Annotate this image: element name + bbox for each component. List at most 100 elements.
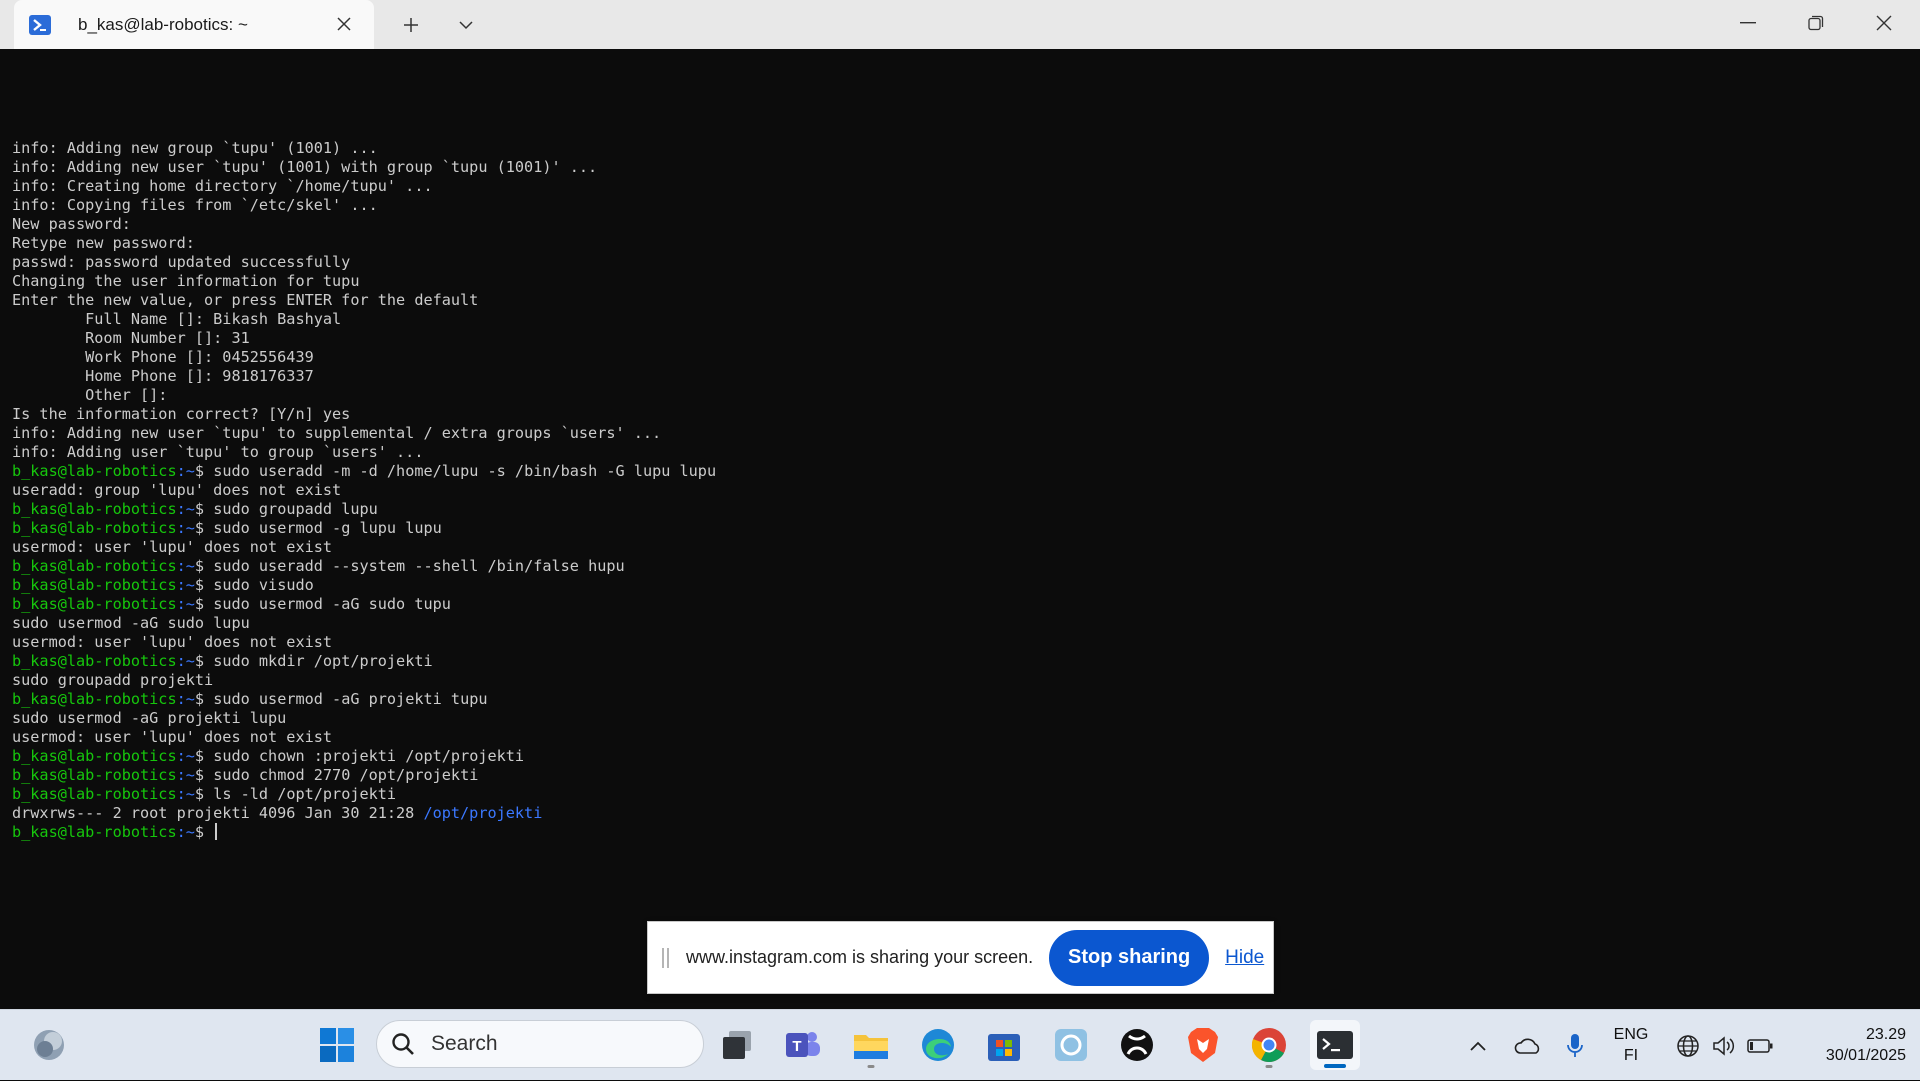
show-hidden-icons-chevron-up-icon[interactable]: [1462, 1010, 1494, 1081]
terminal-output-line: info: Creating home directory `/home/tup…: [12, 177, 433, 195]
taskbar-search[interactable]: Search: [376, 1020, 704, 1068]
keyboard-layout: FI: [1623, 1047, 1639, 1064]
minimize-icon[interactable]: [1714, 0, 1782, 46]
terminal-output-line: Changing the user information for tupu: [12, 272, 360, 290]
time: 23.29: [1865, 1026, 1906, 1043]
prompt-symbol: $: [194, 462, 214, 480]
app-icon[interactable]: [1046, 1020, 1096, 1070]
terminal-output: info: Adding new group `tupu' (1001) ...…: [12, 139, 716, 842]
prompt-user: b_kas@lab-robotics: [12, 576, 177, 594]
prompt-path: :~: [176, 785, 195, 803]
prompt-symbol: $: [194, 519, 214, 537]
prompt-user: b_kas@lab-robotics: [12, 519, 177, 537]
terminal-icon[interactable]: [1310, 1020, 1360, 1070]
terminal-command-line: b_kas@lab-robotics:~$ sudo chmod 2770 /o…: [12, 766, 716, 785]
screen-share-banner: www.instagram.com is sharing your screen…: [647, 921, 1274, 994]
prompt-symbol: $: [194, 652, 214, 670]
terminal-output-line: usermod: user 'lupu' does not exist: [12, 538, 333, 556]
command-text: ls -ld /opt/projekti: [213, 785, 397, 803]
terminal-output-line: Room Number []: 31: [12, 329, 250, 347]
prompt-symbol: $: [194, 785, 214, 803]
prompt-path: :~: [176, 747, 195, 765]
onedrive-cloud-icon[interactable]: [1510, 1010, 1546, 1081]
stop-sharing-button[interactable]: Stop sharing: [1049, 929, 1210, 986]
tab-dropdown-chevron-down-icon[interactable]: [451, 10, 481, 40]
command-text: sudo useradd -m -d /home/lupu -s /bin/ba…: [213, 462, 717, 480]
terminal-command-line: b_kas@lab-robotics:~$ ls -ld /opt/projek…: [12, 785, 716, 804]
file-explorer-icon[interactable]: [846, 1020, 896, 1070]
prompt-user: b_kas@lab-robotics: [12, 785, 177, 803]
brave-icon[interactable]: [1178, 1020, 1228, 1070]
ls-output: drwxrws--- 2 root projekti 4096 Jan 30 2…: [12, 804, 424, 822]
terminal-output-line: usermod: user 'lupu' does not exist: [12, 728, 333, 746]
prompt-path: :~: [176, 500, 195, 518]
terminal-output-line: Enter the new value, or press ENTER for …: [12, 291, 479, 309]
terminal-command-line: b_kas@lab-robotics:~$ sudo groupadd lupu: [12, 500, 716, 519]
teams-icon[interactable]: T: [778, 1020, 828, 1070]
restore-icon[interactable]: [1782, 0, 1850, 46]
title-bar: b_kas@lab-robotics: ~: [0, 0, 1920, 49]
chrome-icon[interactable]: [1244, 1020, 1294, 1070]
powershell-terminal-icon: [28, 14, 52, 36]
prompt-symbol: $: [194, 557, 214, 575]
command-text: sudo usermod -aG projekti tupu: [213, 690, 488, 708]
edge-icon[interactable]: [913, 1020, 963, 1070]
terminal-command-line: b_kas@lab-robotics:~$ sudo usermod -aG s…: [12, 595, 716, 614]
volume-icon[interactable]: [1708, 1010, 1740, 1081]
terminal-output-line: Is the information correct? [Y/n] yes: [12, 405, 351, 423]
input-language[interactable]: ENG FI: [1606, 1024, 1656, 1066]
command-text: sudo usermod -g lupu lupu: [213, 519, 442, 537]
widgets-icon[interactable]: [24, 1020, 74, 1070]
command-text: sudo mkdir /opt/projekti: [213, 652, 433, 670]
terminal-output-line: info: Adding new user `tupu' (1001) with…: [12, 158, 598, 176]
drag-handle-icon[interactable]: [662, 947, 670, 968]
terminal-output-line: sudo groupadd projekti: [12, 671, 214, 689]
prompt-user: b_kas@lab-robotics: [12, 652, 177, 670]
terminal-command-line: b_kas@lab-robotics:~$ sudo mkdir /opt/pr…: [12, 652, 716, 671]
prompt-user: b_kas@lab-robotics: [12, 690, 177, 708]
start-icon[interactable]: [312, 1020, 362, 1070]
terminal-output-line: sudo usermod -aG projekti lupu: [12, 709, 287, 727]
task-view-icon[interactable]: [712, 1020, 762, 1070]
terminal-output-line: info: Adding new group `tupu' (1001) ...: [12, 139, 378, 157]
terminal-tab[interactable]: b_kas@lab-robotics: ~: [14, 0, 374, 49]
command-text: sudo groupadd lupu: [213, 500, 378, 518]
svg-text:T: T: [792, 1038, 801, 1055]
prompt-symbol: $: [194, 576, 214, 594]
prompt-path: :~: [176, 462, 195, 480]
terminal-output-line: useradd: group 'lupu' does not exist: [12, 481, 342, 499]
running-indicator: [1265, 1065, 1273, 1068]
terminal-output-line: sudo usermod -aG sudo lupu: [12, 614, 250, 632]
running-indicator: [867, 1065, 875, 1068]
microphone-icon[interactable]: [1560, 1010, 1590, 1081]
terminal-command-line: b_kas@lab-robotics:~$ sudo useradd -m -d…: [12, 462, 716, 481]
terminal-output-line: Work Phone []: 0452556439: [12, 348, 314, 366]
terminal-output-line: Retype new password:: [12, 234, 195, 252]
new-tab-button[interactable]: [396, 10, 426, 40]
terminal-command-line: b_kas@lab-robotics:~$ sudo visudo: [12, 576, 716, 595]
terminal-output-line: info: Adding user `tupu' to group `users…: [12, 443, 424, 461]
terminal-command-line: b_kas@lab-robotics:~$ sudo useradd --sys…: [12, 557, 716, 576]
prompt-user: b_kas@lab-robotics: [12, 462, 177, 480]
microsoft-store-icon[interactable]: [979, 1020, 1029, 1070]
command-text: sudo chown :projekti /opt/projekti: [213, 747, 525, 765]
prompt-user: b_kas@lab-robotics: [12, 595, 177, 613]
close-window-icon[interactable]: [1850, 0, 1918, 46]
prompt-symbol: $: [194, 766, 214, 784]
share-message: www.instagram.com is sharing your screen…: [686, 947, 1034, 967]
tab-title: b_kas@lab-robotics: ~: [78, 14, 248, 34]
network-globe-icon[interactable]: [1672, 1010, 1704, 1081]
terminal-pane[interactable]: info: Adding new group `tupu' (1001) ...…: [0, 49, 1920, 1009]
terminal-command-line: b_kas@lab-robotics:~$ sudo usermod -aG p…: [12, 690, 716, 709]
close-tab-icon[interactable]: [332, 12, 356, 36]
xbox-icon[interactable]: [1112, 1020, 1162, 1070]
terminal-command-line: b_kas@lab-robotics:~$ sudo usermod -g lu…: [12, 519, 716, 538]
terminal-output-line: New password:: [12, 215, 131, 233]
battery-icon[interactable]: [1744, 1010, 1776, 1081]
command-text: sudo visudo: [213, 576, 314, 594]
terminal-command-line: b_kas@lab-robotics:~$: [12, 823, 716, 842]
hide-link[interactable]: Hide: [1225, 947, 1264, 969]
prompt-path: :~: [176, 576, 195, 594]
prompt-symbol: $: [194, 500, 214, 518]
clock[interactable]: 23.29 30/01/2025: [1786, 1024, 1906, 1066]
